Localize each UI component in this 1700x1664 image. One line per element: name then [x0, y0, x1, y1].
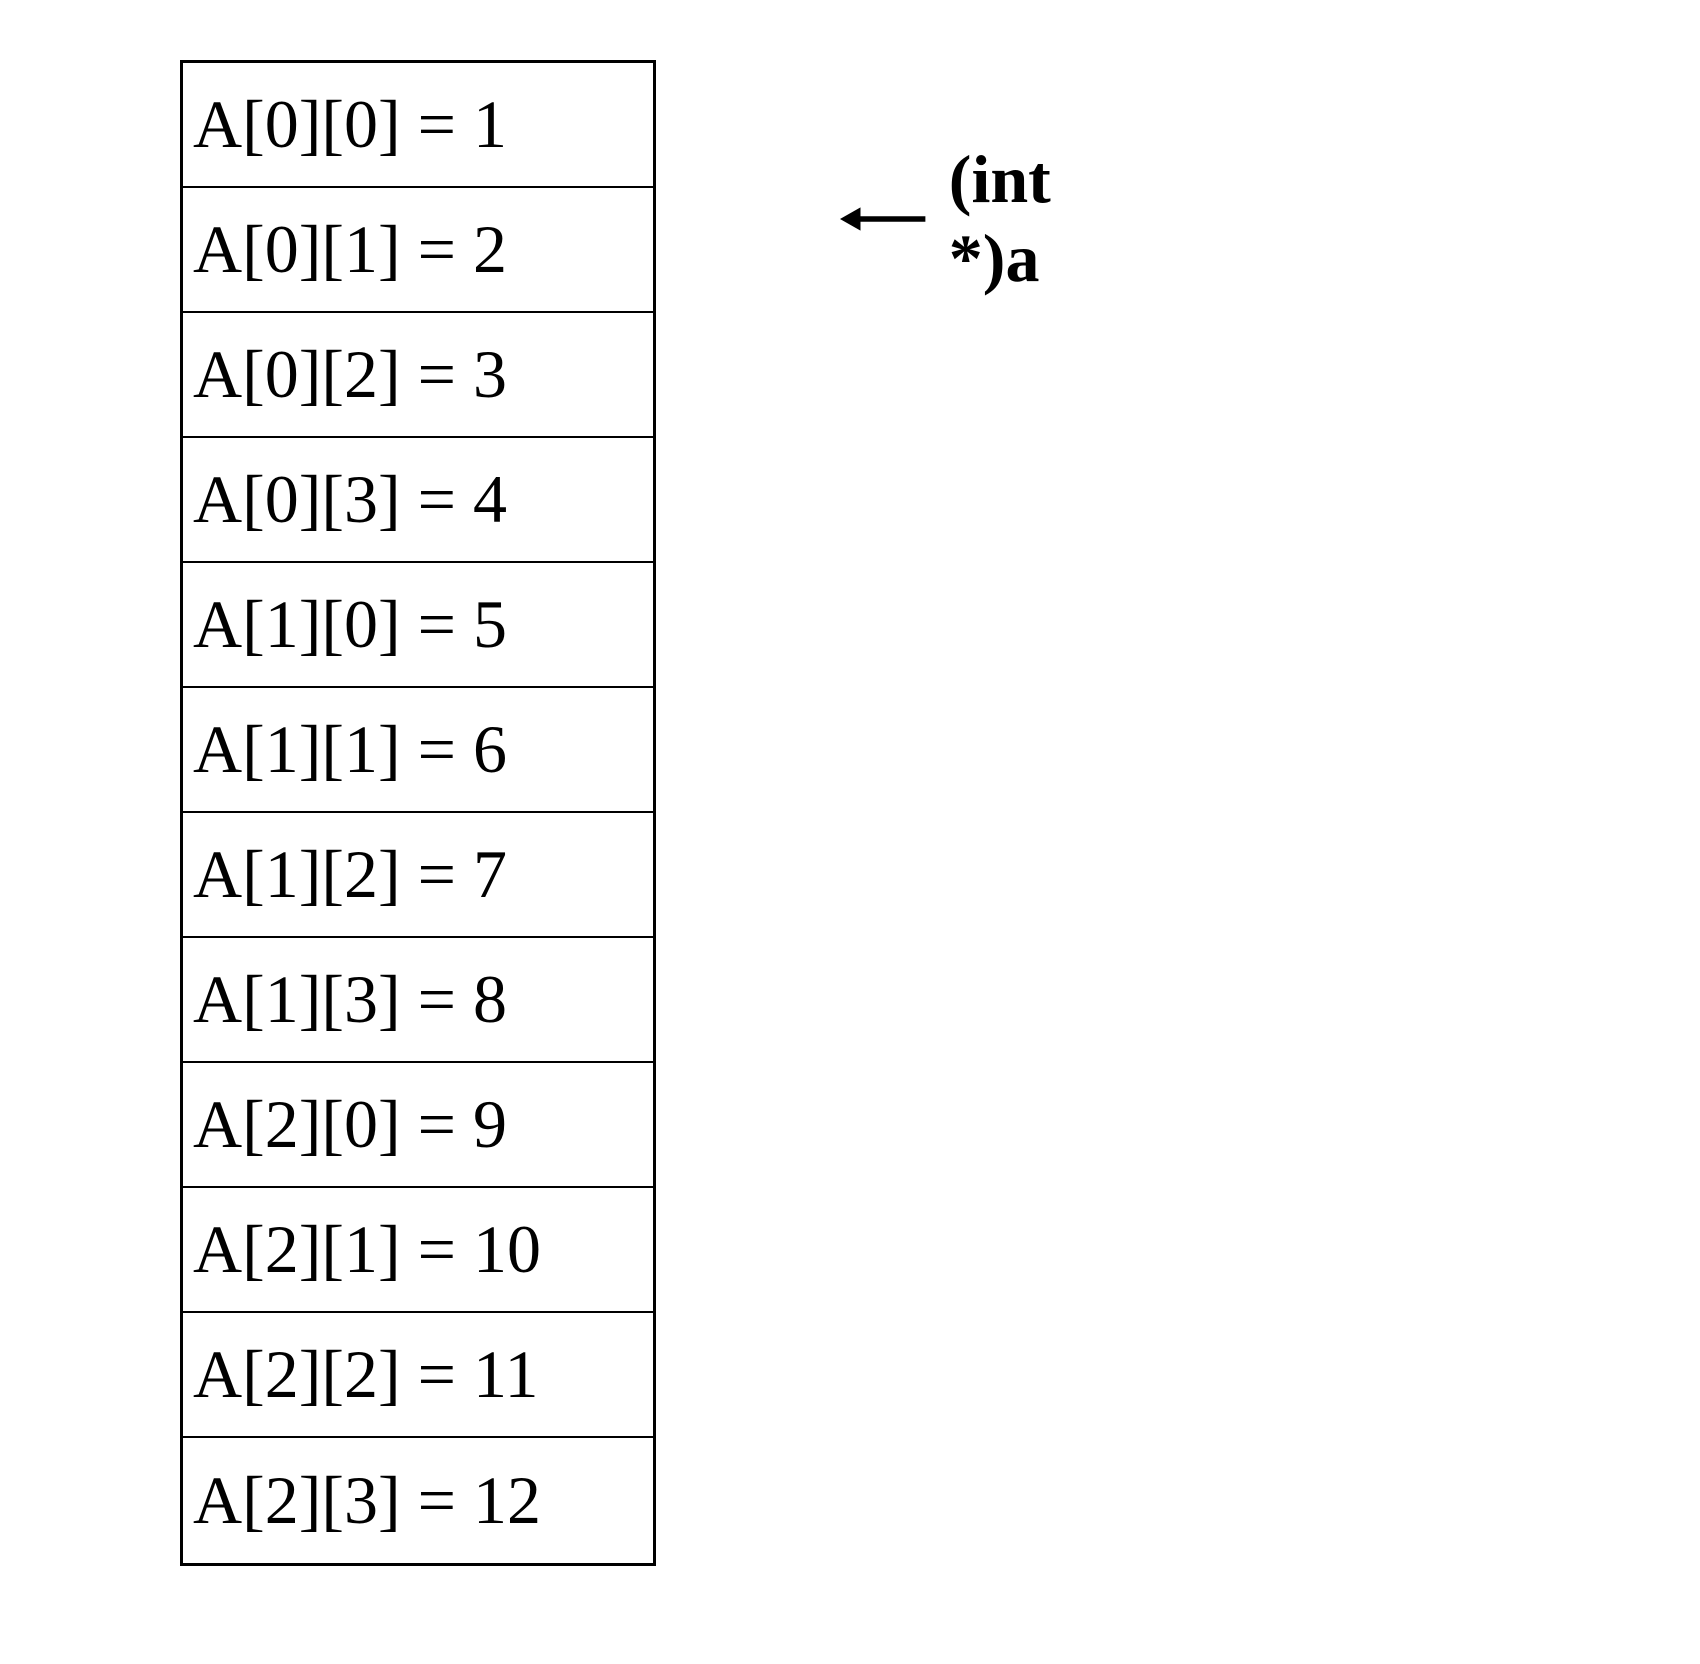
- pointer-annotation: (int *)a: [840, 140, 1092, 298]
- array-cell: A[1][1] = 6: [183, 688, 653, 813]
- array-cell: A[0][0] = 1: [183, 63, 653, 188]
- array-cell: A[2][0] = 9: [183, 1063, 653, 1188]
- arrow-left-icon: [840, 194, 929, 244]
- array-cell: A[2][2] = 11: [183, 1313, 653, 1438]
- array-cell: A[2][3] = 12: [183, 1438, 653, 1563]
- array-cell: A[1][3] = 8: [183, 938, 653, 1063]
- array-cell: A[1][0] = 5: [183, 563, 653, 688]
- array-cell: A[0][3] = 4: [183, 438, 653, 563]
- array-cell: A[0][2] = 3: [183, 313, 653, 438]
- memory-box: A[0][0] = 1 A[0][1] = 2 A[0][2] = 3 A[0]…: [180, 60, 656, 1566]
- array-cell: A[1][2] = 7: [183, 813, 653, 938]
- pointer-label: (int *)a: [949, 140, 1092, 298]
- array-cell: A[0][1] = 2: [183, 188, 653, 313]
- memory-layout-diagram: A[0][0] = 1 A[0][1] = 2 A[0][2] = 3 A[0]…: [180, 60, 656, 1566]
- array-cell: A[2][1] = 10: [183, 1188, 653, 1313]
